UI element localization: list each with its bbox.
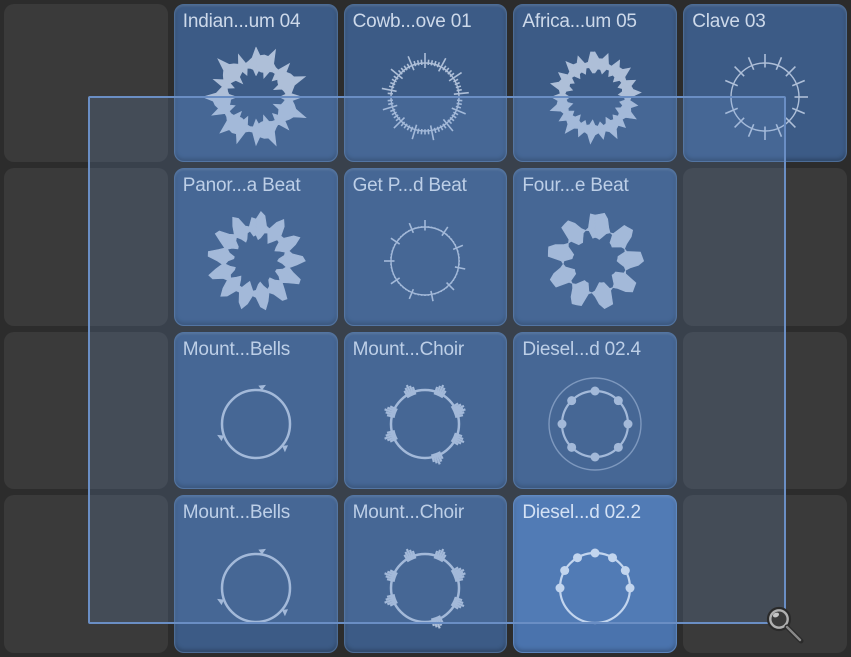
pad-label: Indian...um 04 <box>183 11 329 33</box>
sample-pad[interactable]: Clave 03 <box>683 4 847 162</box>
empty-pad[interactable] <box>4 4 168 162</box>
empty-pad[interactable] <box>4 495 168 653</box>
pad-label: Mount...Choir <box>353 502 499 524</box>
sample-pad[interactable]: Diesel...d 02.4 <box>513 332 677 490</box>
sample-pad[interactable]: Diesel...d 02.2 <box>513 495 677 653</box>
pad-label: Africa...um 05 <box>522 11 668 33</box>
sample-pad[interactable]: Cowb...ove 01 <box>344 4 508 162</box>
waveform-ring-icon <box>345 365 507 485</box>
waveform-ring-icon <box>175 365 337 485</box>
waveform-ring-icon <box>514 201 676 321</box>
sample-pad[interactable]: Mount...Bells <box>174 332 338 490</box>
pad-label: Get P...d Beat <box>353 175 499 197</box>
sample-pad[interactable]: Four...e Beat <box>513 168 677 326</box>
waveform-ring-icon <box>684 37 846 157</box>
pad-label: Four...e Beat <box>522 175 668 197</box>
pad-label: Mount...Bells <box>183 339 329 361</box>
waveform-ring-icon <box>175 528 337 648</box>
pad-label: Cowb...ove 01 <box>353 11 499 33</box>
magnifier-icon[interactable] <box>763 603 805 645</box>
pad-grid: Indian...um 04 Cowb...ove 01 Africa...um 0… <box>4 4 847 653</box>
waveform-ring-icon <box>345 37 507 157</box>
pad-label: Clave 03 <box>692 11 838 33</box>
sample-pad[interactable]: Africa...um 05 <box>513 4 677 162</box>
waveform-ring-icon <box>345 528 507 648</box>
waveform-ring-icon <box>175 201 337 321</box>
waveform-ring-icon <box>514 528 676 648</box>
waveform-ring-icon <box>175 37 337 157</box>
sample-pad[interactable]: Mount...Choir <box>344 495 508 653</box>
waveform-ring-icon <box>514 365 676 485</box>
pad-label: Diesel...d 02.2 <box>522 502 668 524</box>
sample-pad[interactable]: Mount...Choir <box>344 332 508 490</box>
sample-pad[interactable]: Get P...d Beat <box>344 168 508 326</box>
waveform-ring-icon <box>345 201 507 321</box>
empty-pad[interactable] <box>4 332 168 490</box>
pad-label: Mount...Choir <box>353 339 499 361</box>
pad-label: Diesel...d 02.4 <box>522 339 668 361</box>
waveform-ring-icon <box>514 37 676 157</box>
pad-label: Mount...Bells <box>183 502 329 524</box>
sample-pad[interactable]: Indian...um 04 <box>174 4 338 162</box>
empty-pad[interactable] <box>4 168 168 326</box>
empty-pad[interactable] <box>683 332 847 490</box>
sample-pad[interactable]: Panor...a Beat <box>174 168 338 326</box>
empty-pad[interactable] <box>683 168 847 326</box>
sample-pad[interactable]: Mount...Bells <box>174 495 338 653</box>
pad-label: Panor...a Beat <box>183 175 329 197</box>
